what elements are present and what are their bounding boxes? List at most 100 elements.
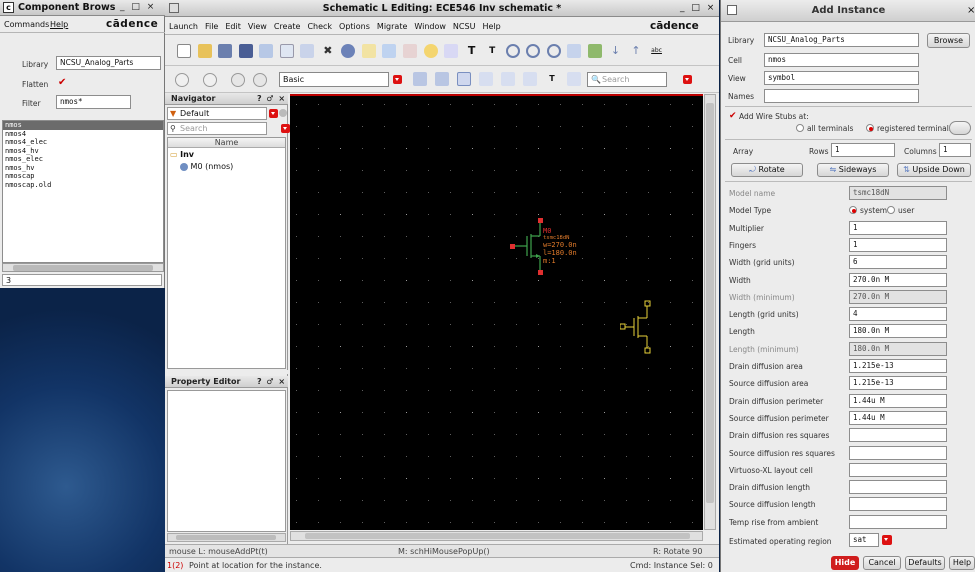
menu-window[interactable]: Window [414, 22, 446, 31]
probe-icon[interactable] [479, 72, 493, 86]
param-field[interactable] [849, 463, 947, 477]
model-type-radio-system[interactable] [849, 206, 857, 214]
move-icon[interactable] [259, 44, 274, 58]
param-field[interactable] [849, 480, 947, 494]
open-folder-icon[interactable] [197, 44, 212, 58]
filter-field[interactable]: nmos* [56, 95, 131, 109]
param-field[interactable]: 1.44u M [849, 394, 947, 408]
property-editor-scroll-thumb[interactable] [176, 535, 276, 540]
search-dropdown-icon[interactable] [682, 75, 692, 84]
stretch-icon[interactable] [300, 44, 315, 58]
property-editor-controls[interactable]: ? ♂ × [257, 376, 286, 387]
navigator-filter-combo[interactable]: ▼ Default [167, 107, 267, 120]
param-field[interactable]: 1 [849, 238, 947, 252]
undo-redo-icon[interactable] [361, 44, 376, 58]
dialog-library-field[interactable]: NCSU_Analog_Parts [764, 33, 919, 47]
abc-icon[interactable]: abc [650, 44, 664, 58]
menu-view[interactable]: View [248, 22, 267, 31]
help-button[interactable]: Help [949, 556, 975, 570]
menu-edit[interactable]: Edit [225, 22, 241, 31]
library-field[interactable]: NCSU_Analog_Parts [56, 56, 161, 70]
param-field[interactable]: 1 [849, 221, 947, 235]
menu-migrate[interactable]: Migrate [377, 22, 407, 31]
wire-icon[interactable] [403, 44, 418, 58]
add-instance-titlebar[interactable]: Add Instance × [721, 0, 975, 22]
tree-column-header[interactable]: Name [168, 138, 285, 148]
dialog-cell-field[interactable]: nmos [764, 53, 919, 67]
param-field[interactable] [849, 497, 947, 511]
text-up-icon[interactable]: T [465, 44, 479, 58]
radio-registered-terminals[interactable] [866, 124, 874, 132]
cursor-icon[interactable] [501, 72, 515, 86]
navigator-search-dropdown-icon[interactable] [280, 124, 290, 133]
menu-help[interactable]: Help [50, 20, 68, 29]
canvas-hscroll-thumb[interactable] [305, 533, 690, 539]
pin-icon[interactable] [423, 44, 438, 58]
schematic-titlebar[interactable]: Schematic L Editing: ECE546 Inv schemati… [165, 0, 719, 17]
menu-ncsu[interactable]: NCSU [453, 22, 476, 31]
flatten-checkbox[interactable]: ✔ [58, 77, 66, 88]
partial-select-icon[interactable] [203, 73, 217, 87]
stop-icon[interactable] [231, 73, 245, 87]
select-mode-icon[interactable] [175, 73, 189, 87]
zoom-fit-icon[interactable] [505, 44, 520, 58]
param-field[interactable]: 270.0n M [849, 273, 947, 287]
sideways-button[interactable]: ⇋ Sideways [817, 163, 889, 177]
param-field[interactable]: 180.0n M [849, 324, 947, 338]
cell-list-item[interactable]: nmos4_hv [3, 147, 163, 156]
menu-commands[interactable]: Commands [4, 20, 49, 29]
rows-field[interactable]: 1 [831, 143, 895, 157]
navigator-search[interactable]: ⚲ Search [167, 122, 267, 135]
copy-icon[interactable] [279, 44, 294, 58]
pin-net-icon[interactable] [523, 72, 537, 86]
zoom-area-icon[interactable] [567, 44, 582, 58]
window-controls[interactable]: _ □ × [120, 2, 156, 12]
dialog-names-field[interactable] [764, 89, 919, 103]
zoom-in-icon[interactable] [526, 44, 541, 58]
browse-button[interactable]: Browse [927, 33, 970, 48]
scrollbar-thumb[interactable] [13, 265, 153, 271]
descend-icon[interactable]: ↓ [608, 44, 622, 58]
param-field[interactable]: 4 [849, 307, 947, 321]
hide-button[interactable]: Hide [831, 556, 859, 570]
cell-list-item[interactable]: nmos4 [3, 130, 163, 139]
horizontal-scrollbar[interactable] [2, 263, 164, 272]
tree-root-item[interactable]: ▭ Inv [170, 150, 194, 159]
cancel-button[interactable]: Cancel [863, 556, 901, 570]
menu-file[interactable]: File [205, 22, 218, 31]
param-field[interactable]: 1.215e-13 [849, 376, 947, 390]
ascend-icon[interactable]: ↑ [629, 44, 643, 58]
tree-child-item[interactable]: M0 (nmos) [180, 162, 233, 171]
canvas-vertical-scrollbar[interactable] [704, 94, 716, 530]
navigator-filter-dropdown-icon[interactable] [269, 109, 278, 118]
check-save-icon[interactable] [218, 44, 233, 58]
repeat-icon[interactable] [253, 73, 267, 87]
menu-create[interactable]: Create [274, 22, 301, 31]
new-icon[interactable] [177, 44, 191, 58]
operating-region-dropdown-icon[interactable] [882, 535, 892, 545]
net-icon[interactable] [413, 72, 427, 86]
navigator-controls[interactable]: ? ♂ × [257, 93, 286, 104]
navigator-refresh-icon[interactable] [279, 109, 287, 117]
menu-launch[interactable]: Launch [169, 22, 198, 31]
property-icon[interactable] [382, 44, 397, 58]
cell-list-item[interactable]: nmos_hv [3, 164, 163, 173]
search-box[interactable]: 🔍 Search [587, 72, 667, 87]
param-field[interactable] [849, 428, 947, 442]
menu-check[interactable]: Check [307, 22, 332, 31]
radio-all-terminals[interactable] [796, 124, 804, 132]
workspace-combo[interactable]: Basic [279, 72, 389, 87]
select-arrow-icon[interactable] [457, 72, 471, 86]
wire-stubs-checkbox[interactable]: ✔ [729, 111, 737, 121]
columns-field[interactable]: 1 [939, 143, 971, 157]
schematic-window-controls[interactable]: _ □ × [680, 3, 716, 13]
info-icon[interactable] [341, 44, 356, 58]
delete-icon[interactable]: ✖ [321, 44, 335, 58]
text-select-icon[interactable]: T [545, 72, 559, 86]
cell-list-item[interactable]: nmoscap [3, 172, 163, 181]
cell-list-item[interactable]: nmos4_elec [3, 138, 163, 147]
text-down-icon[interactable]: T [485, 44, 499, 58]
model-type-radio-user[interactable] [887, 206, 895, 214]
cell-list-item[interactable]: nmos [3, 121, 163, 130]
param-field[interactable] [849, 446, 947, 460]
